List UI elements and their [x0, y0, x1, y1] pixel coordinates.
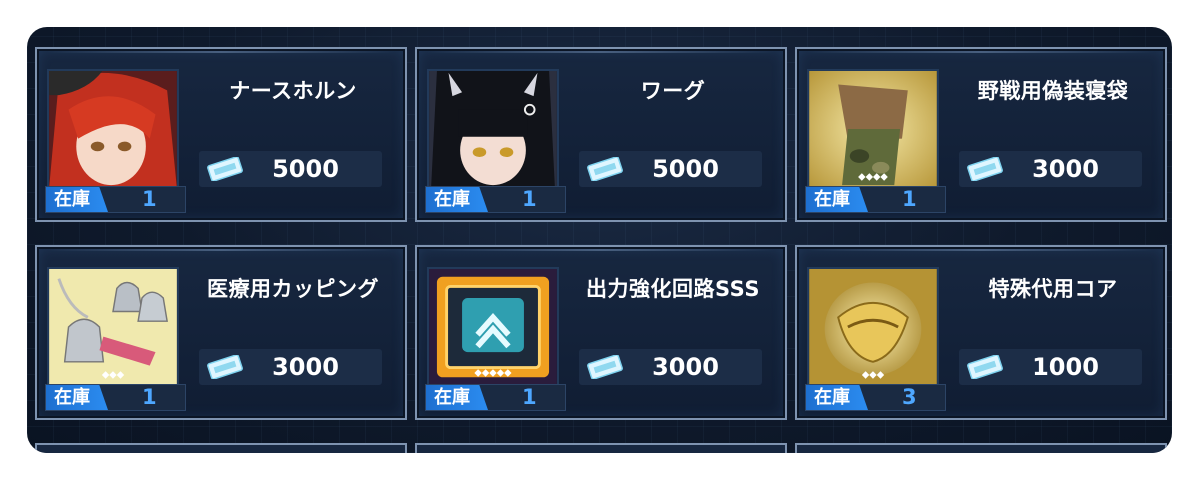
price-value: 5000 [272, 155, 339, 183]
price-value: 1000 [1032, 353, 1099, 381]
price-box: 5000 [579, 151, 762, 187]
stock-count: 1 [522, 187, 537, 211]
stock-label: 在庫 [46, 385, 108, 410]
shop-item-card[interactable]: ◆◆◆◆◆ 在庫 1 出力強化回路SSS 3000 [415, 245, 787, 420]
shop-item-card[interactable]: ◆◆◆◆ 在庫 1 野戦用偽装寝袋 3000 [795, 47, 1167, 222]
svg-text:◆◆◆: ◆◆◆ [862, 369, 885, 380]
shop-item-card[interactable]: 在庫 1 ナースホルン 5000 [35, 47, 407, 222]
price-value: 3000 [272, 353, 339, 381]
item-name: 医療用カッピング [207, 277, 379, 301]
ticket-icon [207, 355, 243, 379]
shop-item-grid: 在庫 1 ナースホルン 5000 在庫 1 ワーグ 5000 ◆◆◆◆ 在庫 1… [35, 47, 1167, 420]
price-box: 1000 [959, 349, 1142, 385]
cupping-set-icon: ◆◆◆ [47, 267, 179, 387]
stock-count: 1 [902, 187, 917, 211]
ticket-icon [587, 355, 623, 379]
item-name: 野戦用偽装寝袋 [977, 79, 1129, 103]
next-row-partial [35, 443, 1167, 453]
stock-label: 在庫 [46, 187, 108, 212]
character-portrait-icon [427, 69, 559, 189]
stock-count: 3 [902, 385, 917, 409]
price-value: 3000 [652, 353, 719, 381]
shop-item-card[interactable]: ◆◆◆ 在庫 1 医療用カッピング 3000 [35, 245, 407, 420]
shop-item-card-partial[interactable] [415, 443, 787, 453]
svg-text:◆◆◆◆◆: ◆◆◆◆◆ [474, 367, 512, 378]
stock-count: 1 [142, 187, 157, 211]
ticket-icon [207, 157, 243, 181]
stock-indicator: 在庫 1 [45, 186, 186, 213]
price-box: 3000 [959, 151, 1142, 187]
shop-item-card-partial[interactable] [35, 443, 407, 453]
ticket-icon [967, 355, 1003, 379]
price-value: 5000 [652, 155, 719, 183]
stock-label: 在庫 [426, 385, 488, 410]
item-name: ナースホルン [229, 79, 357, 103]
item-name: 特殊代用コア [988, 277, 1118, 301]
circuit-chip-icon: ◆◆◆◆◆ [427, 267, 559, 387]
shop-item-card[interactable]: ◆◆◆ 在庫 3 特殊代用コア 1000 [795, 245, 1167, 420]
stock-count: 1 [142, 385, 157, 409]
stock-count: 1 [522, 385, 537, 409]
price-box: 3000 [199, 349, 382, 385]
price-box: 5000 [199, 151, 382, 187]
svg-text:◆◆◆◆: ◆◆◆◆ [858, 171, 888, 182]
gold-core-icon: ◆◆◆ [807, 267, 939, 387]
ticket-icon [587, 157, 623, 181]
stock-label: 在庫 [806, 385, 868, 410]
item-name: 出力強化回路SSS [586, 277, 760, 301]
stock-indicator: 在庫 1 [425, 384, 566, 411]
stock-label: 在庫 [806, 187, 868, 212]
shop-item-card[interactable]: 在庫 1 ワーグ 5000 [415, 47, 787, 222]
sleeping-bag-icon: ◆◆◆◆ [807, 69, 939, 189]
item-name: ワーグ [640, 79, 706, 103]
shop-panel: 在庫 1 ナースホルン 5000 在庫 1 ワーグ 5000 ◆◆◆◆ 在庫 1… [27, 27, 1172, 453]
stock-label: 在庫 [426, 187, 488, 212]
ticket-icon [967, 157, 1003, 181]
stock-indicator: 在庫 1 [45, 384, 186, 411]
character-portrait-icon [47, 69, 179, 189]
stock-indicator: 在庫 1 [805, 186, 946, 213]
shop-item-card-partial[interactable] [795, 443, 1167, 453]
stock-indicator: 在庫 3 [805, 384, 946, 411]
stock-indicator: 在庫 1 [425, 186, 566, 213]
price-box: 3000 [579, 349, 762, 385]
price-value: 3000 [1032, 155, 1099, 183]
svg-text:◆◆◆: ◆◆◆ [102, 369, 125, 380]
